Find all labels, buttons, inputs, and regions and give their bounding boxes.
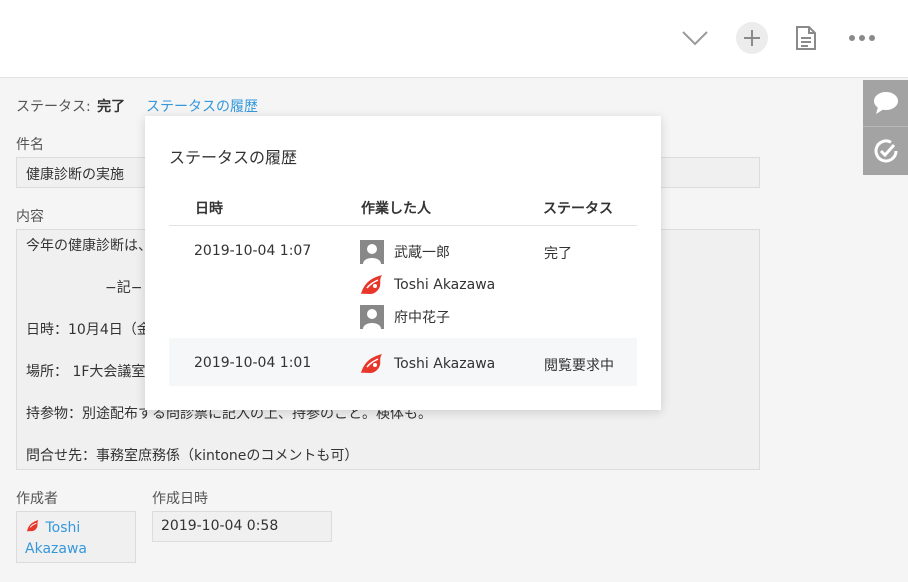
status-value: 完了 [97,99,126,115]
row1-status: 完了 [544,246,572,262]
creator-field: Toshi Akazawa [16,511,136,563]
content-label: 内容 [16,209,44,225]
user-avatar-icon [361,275,382,294]
status-history-link[interactable]: ステータスの履歴 [146,96,258,116]
content-line: −記− [105,280,143,296]
row2-status: 閲覧要求中 [544,358,614,374]
row1-user[interactable]: 武蔵一郎 [360,240,450,264]
comment-button[interactable] [863,80,908,127]
created-field: 2019-10-04 0:58 [152,511,332,542]
default-avatar-icon [360,240,384,264]
user-name: Toshi Akazawa [394,356,496,372]
user-name: 武蔵一郎 [394,245,450,261]
row2-datetime: 2019-10-04 1:01 [194,355,312,371]
chevron-down-icon[interactable] [679,22,711,54]
user-name: 府中花子 [394,310,450,326]
row1-datetime: 2019-10-04 1:07 [194,243,312,259]
side-panel [863,80,908,175]
top-toolbar [0,0,908,78]
row1-user[interactable]: Toshi Akazawa [360,273,495,297]
user-avatar-icon [27,520,39,532]
plus-icon [744,30,760,46]
user-avatar-icon [361,354,382,373]
header-status: ステータス [543,201,613,217]
row1-user[interactable]: 府中花子 [360,305,450,329]
subject-label: 件名 [16,137,44,153]
history-button[interactable] [863,127,908,174]
status-history-popup: ステータスの履歴 日時 作業した人 ステータス 2019-10-04 1:07 … [145,116,661,410]
history-icon [874,138,897,162]
header-user: 作業した人 [361,201,431,217]
row2-user[interactable]: Toshi Akazawa [360,352,495,376]
creator-label: 作成者 [16,491,58,507]
content-line: 場所： 1F大会議室 [26,364,146,380]
document-icon[interactable] [790,22,822,54]
created-value: 2019-10-04 0:58 [161,518,279,534]
user-name: Toshi Akazawa [394,277,496,293]
subject-value: 健康診断の実施 [26,167,124,183]
status-line: ステータス: 完了 [16,96,125,116]
content-line: 日時：10月4日（金 [26,322,151,338]
header-divider [169,225,637,226]
comment-icon [873,92,898,114]
content-line: 問合せ先：事務室庶務係（kintoneのコメントも可） [26,448,359,464]
header-datetime: 日時 [195,201,223,217]
status-label: ステータス: [16,99,91,115]
popup-title: ステータスの履歴 [169,148,298,167]
add-record-button[interactable] [736,22,768,54]
content-line: 今年の健康診断は、 [26,238,152,254]
created-label: 作成日時 [152,491,208,507]
default-avatar-icon [360,305,384,329]
more-icon[interactable] [846,22,878,54]
